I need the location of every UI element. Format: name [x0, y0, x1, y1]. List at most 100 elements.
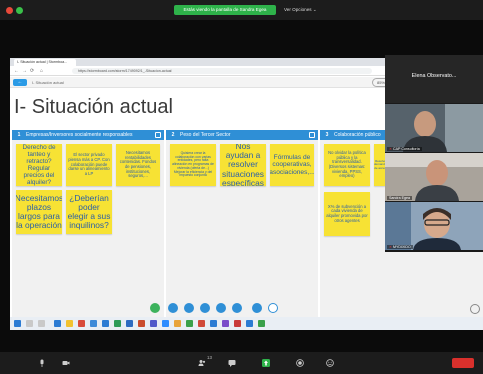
view-options-button[interactable]: Ver Opciones ⌄ — [284, 5, 317, 15]
windows-start-icon[interactable] — [14, 320, 21, 327]
tool-icon[interactable] — [184, 303, 194, 313]
sticky-note[interactable]: X% de subvención a cada vivienda de alqu… — [324, 192, 370, 236]
mic-icon[interactable] — [38, 359, 46, 367]
edit-icon[interactable] — [309, 132, 315, 138]
column-1: 1 Empresas/Inversores socialmente respon… — [12, 130, 164, 330]
participants-panel: Elena Observato... ✕CAP Consultoría Sand… — [385, 55, 483, 252]
column-2: 2 Peso del Tercer Sector Quisiera crear … — [166, 130, 318, 330]
app-icon[interactable] — [246, 320, 253, 327]
sticky-note-text: Nos ayudan a resolver situaciones especí… — [222, 144, 264, 186]
app-icon[interactable] — [258, 320, 265, 327]
teams-icon[interactable] — [150, 320, 157, 327]
edge-icon[interactable] — [54, 320, 61, 327]
sticky-note[interactable]: Fórmulas de cooperativas, asociaciones,.… — [270, 144, 314, 186]
screen-share-banner: Estás viendo la pantalla de Sandra Egea — [174, 5, 276, 15]
reload-icon[interactable]: ⟳ — [30, 68, 34, 74]
sticky-note[interactable]: Quisiera crear la colaboración con varia… — [170, 144, 216, 186]
app-icon[interactable] — [186, 320, 193, 327]
column-title: Colaboración público — [334, 132, 381, 138]
tool-icon[interactable] — [232, 303, 242, 313]
powerpoint-icon[interactable] — [138, 320, 145, 327]
settings-icon[interactable] — [470, 304, 480, 314]
participant-name: Sandra Egea — [389, 196, 410, 200]
breadcrumb: I- Situación actual — [32, 80, 64, 85]
sticky-note[interactable]: ¿Deberían poder elegir a sus inquilinos? — [66, 190, 112, 234]
sticky-note-text: El sector privado piensa más a CP. Con c… — [68, 152, 110, 176]
tool-icon[interactable] — [268, 303, 278, 313]
sticky-note-text: No olvidar la política pública y la tran… — [328, 150, 366, 179]
column-number: 3 — [325, 132, 329, 138]
windows-taskbar — [10, 317, 483, 330]
task-view-icon[interactable] — [38, 320, 45, 327]
search-icon[interactable] — [26, 320, 33, 327]
sticky-note-text: Derecho de tanteo y retracto? Regular pr… — [22, 144, 56, 186]
chat-icon[interactable] — [228, 359, 236, 367]
app-icon[interactable] — [90, 320, 97, 327]
muted-mic-icon: ✕ — [389, 245, 393, 249]
participant-video[interactable]: ✕CAP Consultoría — [385, 104, 483, 152]
app-icon[interactable] — [174, 320, 181, 327]
sticky-note[interactable]: Derecho de tanteo y retracto? Regular pr… — [16, 144, 62, 186]
participant-name: Elena Observato... — [411, 73, 457, 79]
home-icon[interactable]: ⌂ — [40, 68, 43, 74]
sticky-note[interactable]: Necesitamos plazos largos para la operac… — [16, 190, 62, 234]
sticky-note[interactable]: Necesitamos rentabilidades contenidas. F… — [116, 144, 160, 186]
participant-name: MYDIXIDO — [393, 245, 411, 249]
word-icon[interactable] — [126, 320, 133, 327]
tool-icon[interactable] — [216, 303, 226, 313]
tool-icon[interactable] — [168, 303, 178, 313]
app-icon[interactable] — [234, 320, 241, 327]
app-back-button[interactable]: ← — [13, 79, 27, 86]
url-field[interactable]: https://stormboard.com/storm/1749092/1_-… — [72, 68, 372, 74]
sticky-note-text: Fórmulas de cooperativas, asociaciones,.… — [270, 154, 314, 176]
app-icon[interactable] — [210, 320, 217, 327]
zoom-bottom-toolbar: 13 — [0, 352, 483, 374]
participant-count: 13 — [207, 355, 212, 360]
add-idea-icon[interactable] — [150, 303, 160, 313]
video-camera-icon[interactable] — [62, 359, 70, 367]
participant-video[interactable]: Sandra Egea — [385, 153, 483, 201]
participant-video[interactable]: ✕MYDIXIDO — [385, 202, 483, 250]
app-icon[interactable] — [222, 320, 229, 327]
participants-icon[interactable] — [198, 359, 206, 367]
participant-name: CAP Consultoría — [393, 147, 420, 151]
zoom-window: Estás viendo la pantalla de Sandra Egea … — [0, 0, 483, 374]
muted-mic-icon: ✕ — [389, 147, 393, 151]
edit-icon[interactable] — [155, 132, 161, 138]
sticky-note-text: Necesitamos rentabilidades contenidas. F… — [119, 150, 157, 179]
end-meeting-button[interactable] — [452, 358, 474, 368]
outlook-icon[interactable] — [102, 320, 109, 327]
sticky-note-text: X% de subvención a cada vivienda de alqu… — [326, 203, 368, 223]
back-arrow-icon[interactable]: ← — [14, 68, 19, 74]
tool-icon[interactable] — [252, 303, 262, 313]
view-options-label: Ver Opciones — [284, 7, 312, 12]
column-number: 1 — [17, 132, 21, 138]
sticky-note[interactable]: No olvidar la política pública y la tran… — [324, 144, 370, 186]
chrome-icon[interactable] — [78, 320, 85, 327]
sticky-note[interactable]: Nos ayudan a resolver situaciones especí… — [220, 144, 266, 186]
column-number: 2 — [171, 132, 175, 138]
zoom-dot-icon[interactable] — [16, 7, 23, 14]
explorer-icon[interactable] — [66, 320, 73, 327]
column-title: Peso del Tercer Sector — [180, 132, 231, 138]
column-header: 1 Empresas/Inversores socialmente respon… — [12, 130, 164, 140]
sticky-note-text: Quisiera crear la colaboración con varia… — [172, 150, 214, 178]
sticky-note-text: Necesitamos plazos largos para la operac… — [16, 192, 62, 231]
reactions-icon[interactable] — [326, 359, 334, 367]
participant-silhouette — [385, 153, 483, 201]
browser-tab[interactable]: I- Situación actual | Stormboa... — [14, 59, 76, 66]
close-dot-icon[interactable] — [6, 7, 13, 14]
zoom-app-icon[interactable] — [162, 320, 169, 327]
app-icon[interactable] — [198, 320, 205, 327]
participant-tile[interactable]: Elena Observato... — [385, 55, 483, 103]
tool-icon[interactable] — [200, 303, 210, 313]
forward-arrow-icon[interactable]: → — [22, 68, 27, 74]
excel-icon[interactable] — [114, 320, 121, 327]
share-screen-icon[interactable] — [262, 359, 270, 367]
participant-label: ✕CAP Consultoría — [387, 147, 422, 151]
sticky-note-text: ¿Deberían poder elegir a sus inquilinos? — [67, 192, 111, 231]
participant-silhouette — [385, 104, 483, 152]
record-icon[interactable] — [296, 359, 304, 367]
column-title: Empresas/Inversores socialmente responsa… — [26, 132, 133, 138]
sticky-note[interactable]: El sector privado piensa más a CP. Con c… — [66, 144, 112, 186]
